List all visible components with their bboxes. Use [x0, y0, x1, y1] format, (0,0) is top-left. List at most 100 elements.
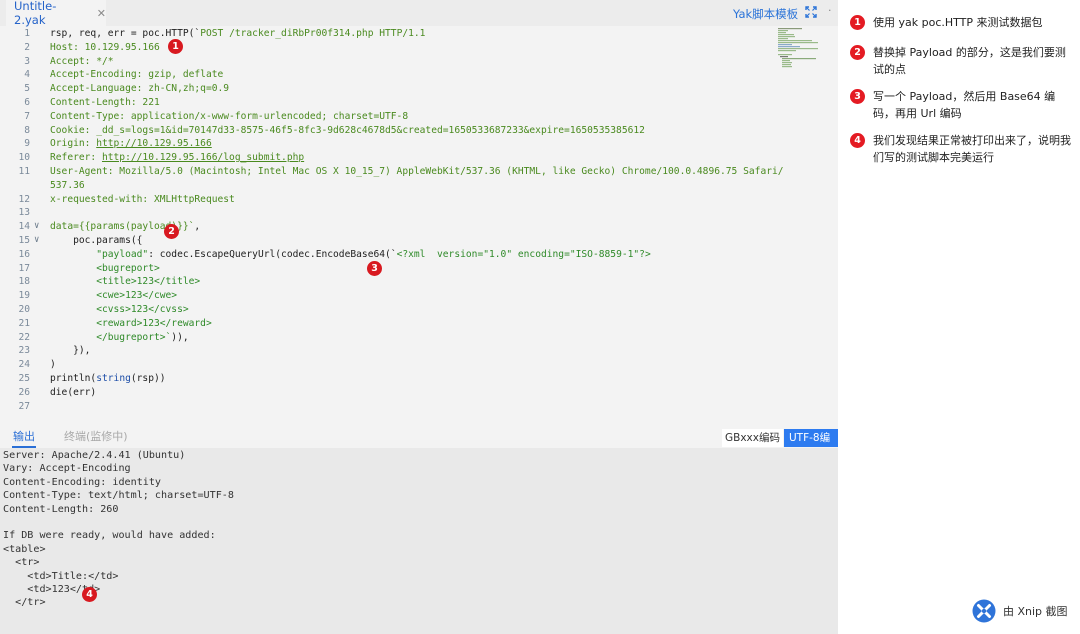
line-number: 12 — [18, 193, 30, 205]
code-text: <cvss>123</cvss> — [50, 303, 189, 317]
code-text: Accept: */* — [50, 55, 114, 69]
code-token: Origin: — [50, 138, 97, 150]
code-line[interactable]: 25 println(string(rsp)) — [0, 372, 838, 386]
line-number: 6 — [24, 97, 30, 108]
note-1: 1 使用 yak poc.HTTP 来测试数据包 — [850, 14, 1072, 34]
code-text: Content-Type: application/x-www-form-url… — [50, 110, 408, 124]
code-text: Cookie: _dd_s=logs=1&id=70147d33-8575-46… — [50, 124, 645, 138]
code-token: rsp, req, err = poc.HTTP(` — [50, 28, 201, 39]
line-number: 23 — [18, 345, 30, 357]
output-line: Server: Apache/2.4.41 (Ubuntu) — [3, 450, 186, 461]
line-number: 19 — [18, 290, 30, 302]
output-line: Vary: Accept-Encoding — [3, 463, 131, 475]
close-icon[interactable]: ✕ — [97, 7, 106, 20]
code-line[interactable]: 20 <cvss>123</cvss> — [0, 303, 838, 317]
code-token: <cvss>123</cvss> — [50, 304, 189, 315]
expand-icon[interactable] — [803, 4, 819, 20]
xnip-watermark: 由 Xnip 截图 — [972, 599, 1072, 625]
line-number: 9 — [24, 138, 30, 150]
xnip-logo-icon — [972, 599, 996, 623]
code-token: poc.params({ — [50, 235, 143, 246]
tab-label: Untitle-2.yak — [14, 0, 57, 27]
output-line: If DB were ready, would have added: — [3, 530, 216, 542]
code-token: Host: 10.129.95.166 — [50, 41, 160, 53]
code-line[interactable]: 537.36 — [0, 179, 838, 193]
code-line[interactable]: 17 <bugreport> — [0, 262, 838, 276]
annotation-badge-2: 2 — [164, 224, 179, 239]
yak-template-button[interactable]: Yak脚本模板 — [733, 6, 798, 22]
code-line[interactable]: 5 Accept-Language: zh-CN,zh;q=0.9 — [0, 82, 838, 96]
annotation-badge-3: 3 — [367, 261, 382, 276]
code-line[interactable]: 24) — [0, 358, 838, 372]
code-line[interactable]: 9 Origin: http://10.129.95.166 — [0, 137, 838, 151]
line-number: 16 — [18, 248, 30, 260]
code-line[interactable]: 27 — [0, 400, 838, 414]
output-line: </tr> — [3, 597, 46, 609]
tab-untitle-2[interactable]: Untitle-2.yak ✕ — [6, 0, 106, 27]
code-text: x-requested-with: XMLHttpRequest — [50, 193, 235, 207]
line-number: 21 — [18, 317, 30, 329]
code-token: }), — [50, 345, 91, 357]
line-number: 10 — [18, 152, 30, 164]
code-text: println(string(rsp)) — [50, 372, 166, 386]
tab-terminal[interactable]: 终端(监修中) — [64, 428, 128, 446]
line-number: 27 — [18, 400, 30, 412]
code-line[interactable]: 2 Host: 10.129.95.166 — [0, 41, 838, 55]
output-console: Server: Apache/2.4.41 (Ubuntu) Vary: Acce… — [0, 448, 838, 634]
code-token[interactable]: http://10.129.95.166/log_submit.php — [102, 152, 304, 163]
code-line[interactable]: 22 </bugreport>`)), — [0, 331, 838, 345]
note-2: 2 替换掉 Payload 的部分，这是我们要测试的点 — [850, 44, 1072, 80]
fold-chevron-icon[interactable]: ∨ — [34, 220, 44, 234]
code-text: </bugreport>`)), — [50, 331, 189, 345]
code-token: "payload" — [96, 248, 149, 260]
code-text: <title>123</title> — [50, 275, 200, 289]
code-editor[interactable]: 1 rsp, req, err = poc.HTTP(`POST /tracker… — [0, 27, 838, 417]
code-text: Accept-Encoding: gzip, deflate — [50, 68, 223, 82]
code-line[interactable]: 6 Content-Length: 221 — [0, 96, 838, 110]
code-token[interactable]: http://10.129.95.166 — [96, 138, 212, 149]
line-number: 18 — [18, 276, 30, 288]
code-line[interactable]: 18 <title>123</title> — [0, 275, 838, 289]
code-token: <cwe>123</cwe> — [50, 290, 178, 302]
code-token: )), — [171, 331, 189, 343]
more-icon[interactable]: · — [828, 4, 832, 17]
code-line[interactable]: 21 <reward>123</reward> — [0, 317, 838, 331]
code-line[interactable]: 4 Accept-Encoding: gzip, deflate — [0, 68, 838, 82]
output-line: Content-Type: text/html; charset=UTF-8 — [3, 490, 234, 502]
code-line[interactable]: 23 }), — [0, 344, 838, 358]
watermark-text: 由 Xnip 截图 — [1003, 605, 1068, 618]
note-badge: 3 — [850, 89, 865, 104]
line-number: 4 — [24, 69, 30, 81]
code-text: "payload": codec.EscapeQueryUrl(codec.En… — [50, 248, 651, 262]
output-line: <table> — [3, 543, 46, 555]
line-number: 14 — [18, 221, 30, 233]
code-line[interactable]: 7 Content-Type: application/x-www-form-ur… — [0, 110, 838, 124]
code-line[interactable]: 26 die(err) — [0, 386, 838, 400]
line-number: 1 — [24, 28, 30, 39]
gbxxx-encoding-button[interactable]: GBxxx编码 — [722, 429, 783, 447]
code-line[interactable]: 15 ∨ poc.params({ — [0, 234, 838, 248]
tab-output[interactable]: 输出 — [12, 428, 36, 448]
utf8-encoding-button[interactable]: UTF-8编 — [784, 429, 838, 447]
code-text: <bugreport> — [50, 262, 160, 276]
code-line[interactable]: 11 User-Agent: Mozilla/5.0 (Macintosh; In… — [0, 165, 838, 179]
code-text: Referer: http://10.129.95.166/log_submit… — [50, 151, 304, 165]
code-line[interactable]: 16 "payload": codec.EscapeQueryUrl(codec… — [0, 248, 838, 262]
code-token: Referer: — [50, 152, 102, 164]
code-token: <?xml version="1.0" encoding="ISO-8859-1… — [396, 248, 651, 260]
fold-chevron-icon[interactable]: ∨ — [34, 234, 44, 248]
code-line[interactable]: 8 Cookie: _dd_s=logs=1&id=70147d33-8575-4… — [0, 124, 838, 138]
code-token: Content-Type: application/x-www-form-url… — [50, 110, 409, 122]
code-line[interactable]: 3 Accept: */* — [0, 55, 838, 69]
note-badge: 1 — [850, 15, 865, 30]
code-token: <title>123</title> — [50, 276, 201, 288]
code-line[interactable]: 19 <cwe>123</cwe> — [0, 289, 838, 303]
code-token: User-Agent: Mozilla/5.0 (Macintosh; Inte… — [50, 166, 784, 177]
code-line[interactable]: 10 Referer: http://10.129.95.166/log_subm… — [0, 151, 838, 165]
code-minimap[interactable] — [776, 26, 820, 70]
code-line[interactable]: 13 — [0, 206, 838, 220]
code-line[interactable]: 14 ∨ data={{params(payload)}}`, — [0, 220, 838, 234]
code-line[interactable]: 12 x-requested-with: XMLHttpRequest — [0, 193, 838, 207]
note-text: 替换掉 Payload 的部分，这是我们要测试的点 — [873, 46, 1066, 76]
code-line[interactable]: 1 rsp, req, err = poc.HTTP(`POST /tracker… — [0, 27, 838, 41]
